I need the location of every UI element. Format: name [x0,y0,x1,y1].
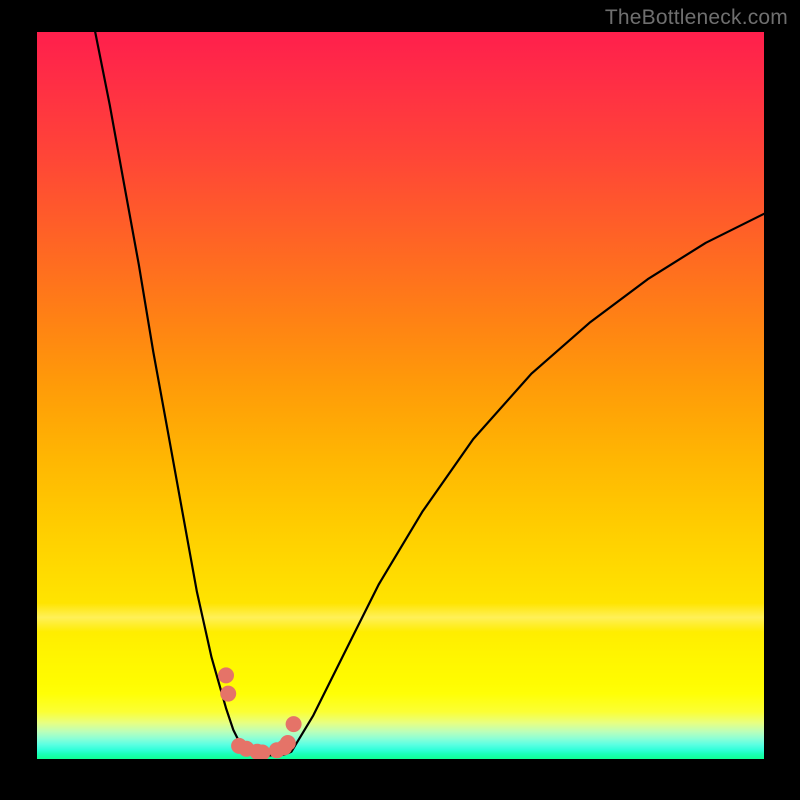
outer-frame: TheBottleneck.com [0,0,800,800]
curve-layer [37,32,764,759]
valley-marker [218,667,234,683]
valley-marker [280,735,296,751]
plot-area [37,32,764,759]
bottleneck-curve [95,32,764,755]
valley-marker [220,686,236,702]
valley-marker [286,716,302,732]
watermark-text: TheBottleneck.com [605,6,788,30]
